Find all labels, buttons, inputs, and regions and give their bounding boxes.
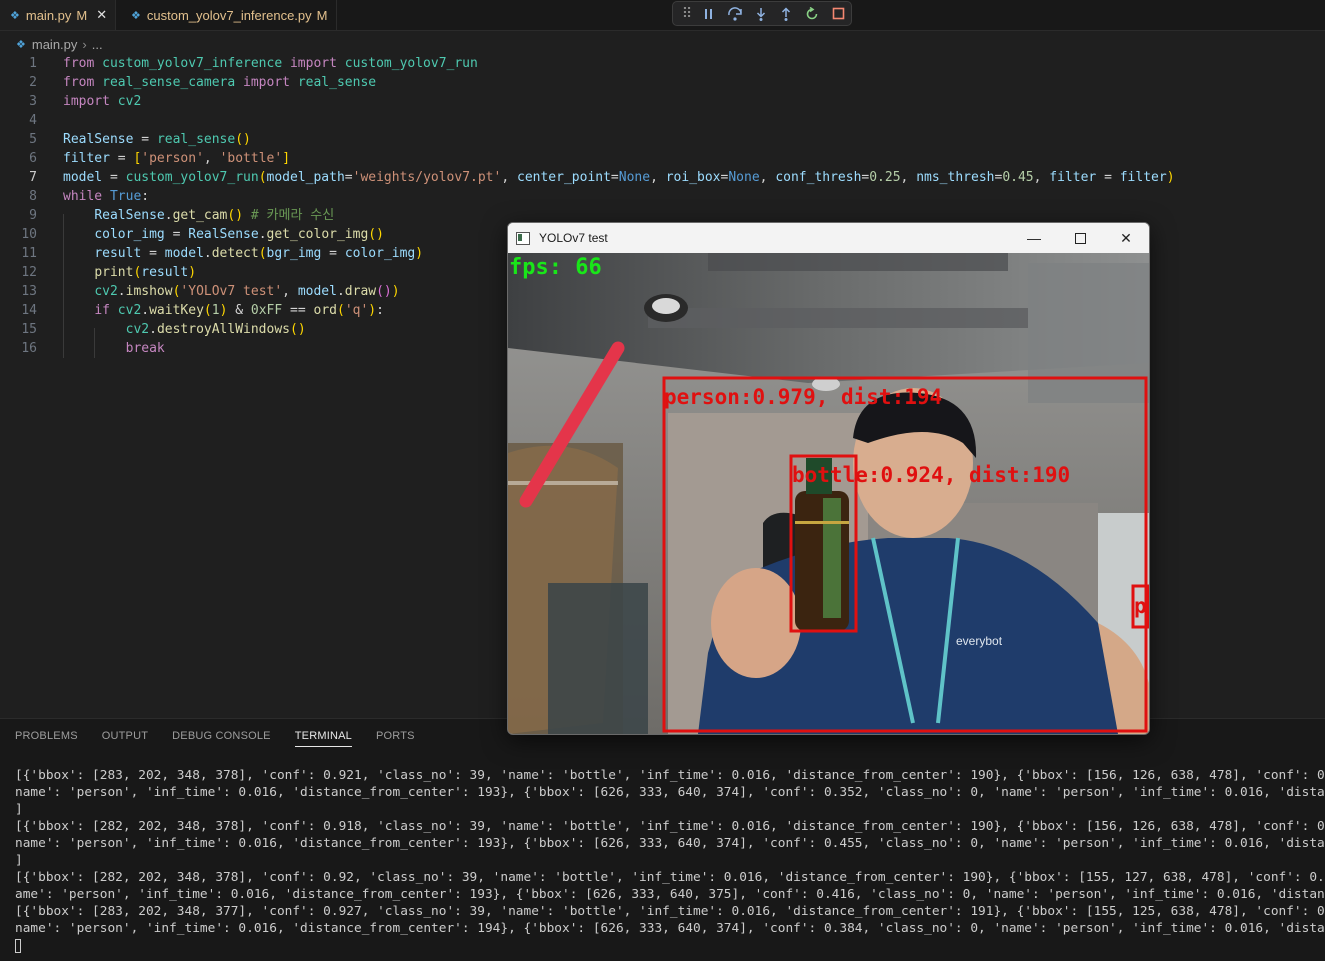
gripper-icon[interactable]: ⠿: [678, 3, 696, 25]
python-file-icon: ❖: [131, 9, 141, 22]
tab-output[interactable]: OUTPUT: [102, 730, 148, 747]
panel-tabs: PROBLEMS OUTPUT DEBUG CONSOLE TERMINAL P…: [15, 730, 415, 747]
yolov7-test-window[interactable]: YOLOv7 test — ✕ everybot fps: 66 person:…: [507, 222, 1150, 735]
step-out-icon[interactable]: [773, 3, 799, 25]
tab-terminal[interactable]: TERMINAL: [294, 730, 352, 747]
line-number: 11: [21, 246, 37, 261]
terminal-line: name': 'person', 'inf_time': 0.016, 'dis…: [15, 836, 1325, 851]
svg-text:everybot: everybot: [956, 634, 1003, 648]
stop-icon[interactable]: [825, 3, 851, 25]
terminal-line: [{'bbox': [283, 202, 348, 378], 'conf': …: [15, 768, 1325, 783]
tab-problems[interactable]: PROBLEMS: [15, 730, 78, 747]
python-file-icon: ❖: [16, 38, 26, 51]
maximize-icon[interactable]: [1057, 223, 1103, 253]
terminal-line: [{'bbox': [282, 202, 348, 378], 'conf': …: [15, 870, 1325, 885]
python-file-icon: ❖: [10, 9, 20, 22]
step-into-icon[interactable]: [748, 3, 774, 25]
pause-icon[interactable]: [696, 3, 722, 25]
step-over-icon[interactable]: [722, 3, 748, 25]
line-number: 8: [29, 189, 37, 204]
code-comment: # 카메라 수신: [250, 208, 335, 223]
tab-ports[interactable]: PORTS: [376, 730, 415, 747]
editor-tab-bar: ❖ main.py M ✕ ❖ custom_yolov7_inference.…: [0, 0, 1325, 31]
breadcrumb-symbols[interactable]: ...: [92, 37, 103, 52]
modified-badge: M: [76, 7, 88, 23]
code-line: 3 import cv2: [0, 92, 1325, 111]
terminal-output[interactable]: [{'bbox': [283, 202, 348, 378], 'conf': …: [15, 767, 1325, 961]
line-number: 7: [29, 170, 37, 185]
tab-main-py[interactable]: ❖ main.py M ✕: [0, 0, 116, 30]
line-number: 1: [29, 56, 37, 71]
debug-toolbar: ⠿: [672, 1, 852, 26]
line-number: 2: [29, 75, 37, 90]
tab-custom-yolov7-inference[interactable]: ❖ custom_yolov7_inference.py M: [117, 0, 337, 30]
breadcrumb-file[interactable]: main.py: [32, 37, 78, 52]
code-line: 7 model = custom_yolov7_run(model_path='w…: [0, 168, 1325, 187]
fps-label: fps: 66: [509, 255, 602, 280]
terminal-line: ame': 'person', 'inf_time': 0.016, 'dist…: [15, 887, 1325, 902]
line-number: 10: [21, 227, 37, 242]
detection-label-bottle: bottle:0.924, dist:190: [792, 463, 1070, 487]
breadcrumb: ❖ main.py › ...: [16, 35, 103, 53]
app-icon: [516, 231, 530, 245]
line-number: 5: [29, 132, 37, 147]
terminal-line: [{'bbox': [282, 202, 348, 378], 'conf': …: [15, 819, 1325, 834]
camera-frame: everybot fps: 66 person:0.979, dist:194 …: [508, 253, 1149, 734]
camera-image: everybot fps: 66 person:0.979, dist:194 …: [508, 253, 1149, 734]
line-number: 16: [21, 341, 37, 356]
terminal-line: name': 'person', 'inf_time': 0.016, 'dis…: [15, 921, 1325, 936]
tab-debug-console[interactable]: DEBUG CONSOLE: [172, 730, 271, 747]
tab-label: custom_yolov7_inference.py: [146, 7, 312, 23]
line-number: 3: [29, 94, 37, 109]
line-number: 4: [29, 113, 37, 128]
close-icon[interactable]: ✕: [1103, 223, 1149, 253]
code-line: 1 from custom_yolov7_inference import cus…: [0, 54, 1325, 73]
terminal-cursor: [15, 938, 21, 953]
line-number: 13: [21, 284, 37, 299]
terminal-prompt[interactable]: [15, 937, 1325, 954]
restart-icon[interactable]: [799, 3, 825, 25]
code-line: 4: [0, 111, 1325, 130]
bottom-panel: PROBLEMS OUTPUT DEBUG CONSOLE TERMINAL P…: [0, 718, 1325, 961]
line-number: 6: [29, 151, 37, 166]
terminal-line: name': 'person', 'inf_time': 0.016, 'dis…: [15, 785, 1325, 800]
modified-badge: M: [316, 7, 328, 23]
chevron-right-icon: ›: [82, 36, 87, 52]
tab-label: main.py: [25, 7, 72, 23]
detection-label-person: person:0.979, dist:194: [664, 385, 942, 409]
close-icon[interactable]: ✕: [96, 7, 107, 23]
detection-label-partial: p: [1134, 594, 1147, 618]
line-number: 12: [21, 265, 37, 280]
line-number: 15: [21, 322, 37, 337]
terminal-line: ]: [15, 853, 23, 868]
code-line: 2 from real_sense_camera import real_sens…: [0, 73, 1325, 92]
minimize-icon[interactable]: —: [1011, 223, 1057, 253]
code-line: 5 RealSense = real_sense(): [0, 130, 1325, 149]
code-line: 8 while True:: [0, 187, 1325, 206]
line-number: 9: [29, 208, 37, 223]
code-line: 6 filter = ['person', 'bottle']: [0, 149, 1325, 168]
terminal-line: ]: [15, 802, 23, 817]
window-titlebar[interactable]: YOLOv7 test — ✕: [508, 223, 1149, 253]
window-title: YOLOv7 test: [539, 231, 608, 245]
line-number: 14: [21, 303, 37, 318]
terminal-line: [{'bbox': [283, 202, 348, 377], 'conf': …: [15, 904, 1325, 919]
